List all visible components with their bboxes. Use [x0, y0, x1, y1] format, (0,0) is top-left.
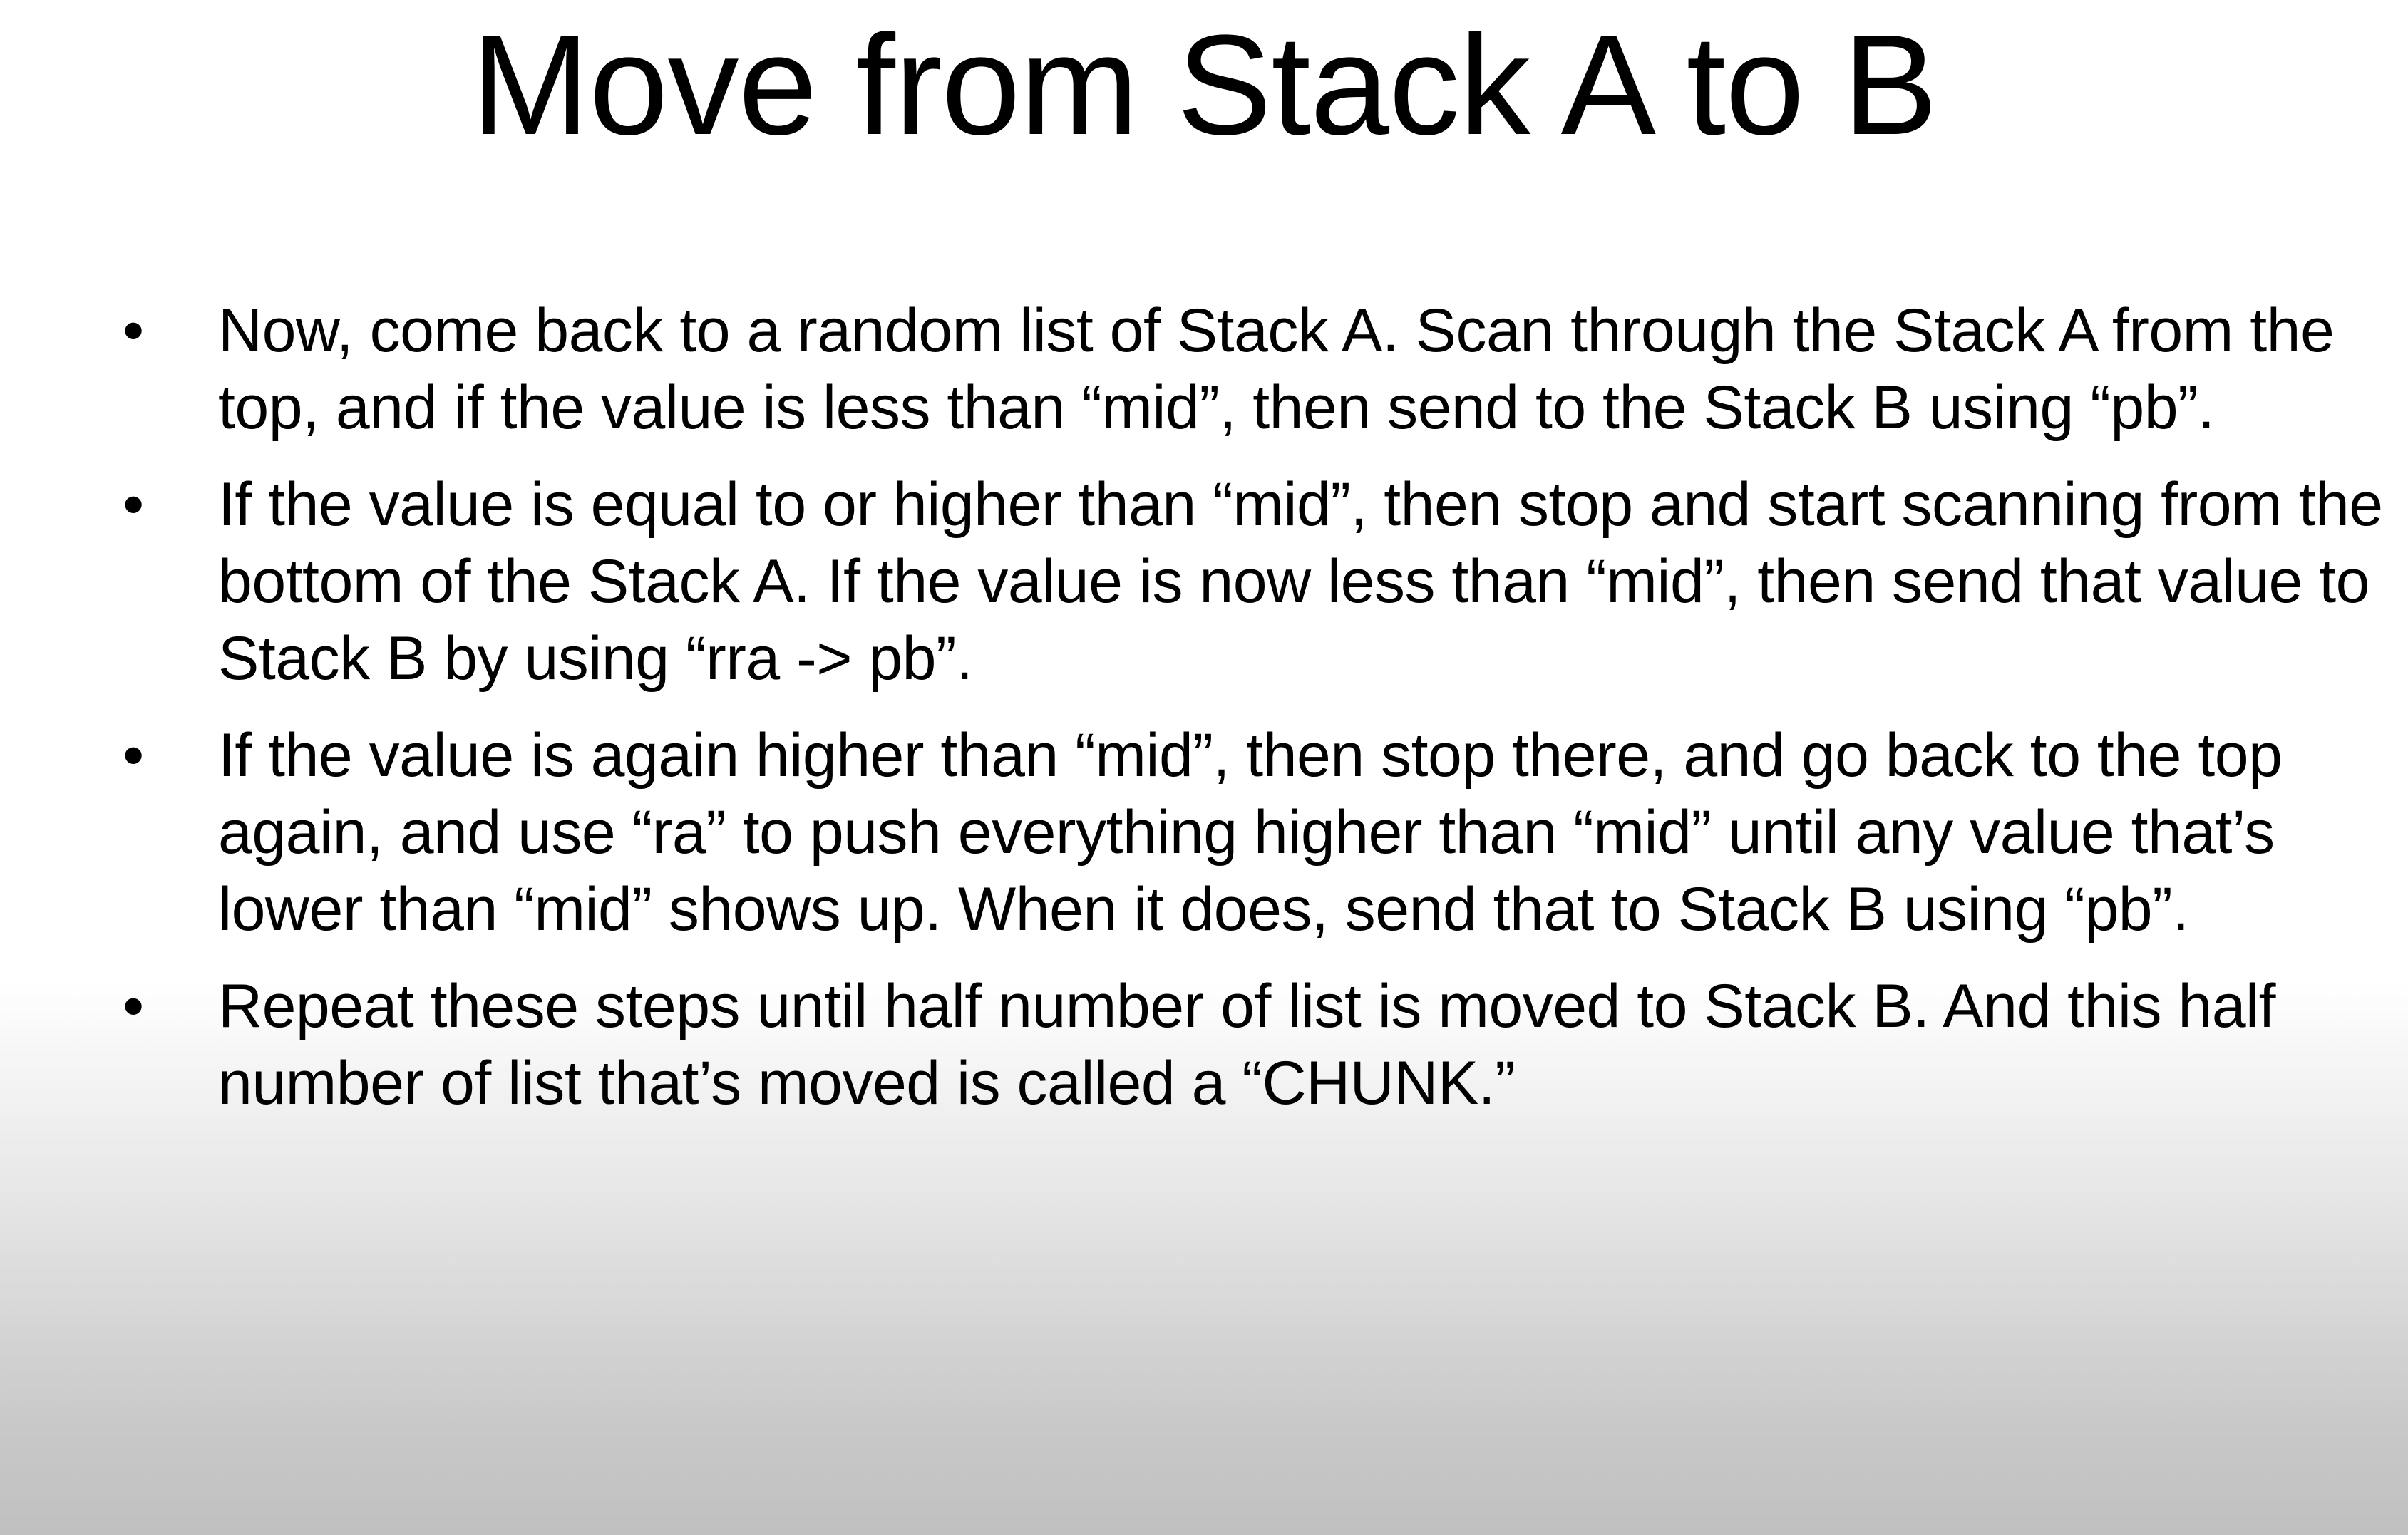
slide: { "slide": { "title": "Move from Stack A…	[0, 0, 2408, 1535]
bullet-item: • If the value is again higher than “mid…	[114, 717, 2395, 948]
bullet-item: • Now, come back to a random list of Sta…	[114, 292, 2395, 446]
bullet-dot-icon: •	[123, 470, 144, 539]
bullet-item: • Repeat these steps until half number o…	[114, 968, 2395, 1122]
bullet-list: • Now, come back to a random list of Sta…	[114, 292, 2395, 1142]
bullet-dot-icon: •	[123, 721, 144, 790]
slide-title: Move from Stack A to B	[470, 6, 1938, 165]
bullet-dot-icon: •	[123, 296, 144, 365]
bullet-text: If the value is again higher than “mid”,…	[218, 721, 2283, 944]
bullet-dot-icon: •	[123, 972, 144, 1040]
bullet-item: • If the value is equal to or higher tha…	[114, 466, 2395, 697]
bullet-text: Now, come back to a random list of Stack…	[218, 296, 2335, 442]
bullet-text: Repeat these steps until half number of …	[218, 972, 2276, 1117]
bullet-text: If the value is equal to or higher than …	[218, 470, 2383, 693]
